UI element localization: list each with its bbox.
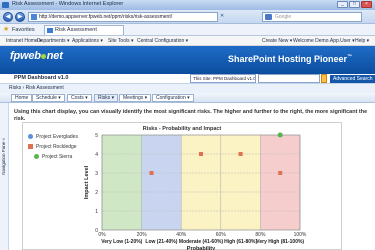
data-point xyxy=(199,152,203,156)
band-label: Low (21-40%) xyxy=(145,239,177,245)
risk-band xyxy=(141,135,182,230)
x-tick-label: 20% xyxy=(137,232,148,238)
x-tick-label: 100% xyxy=(294,232,307,238)
risk-band xyxy=(102,135,142,230)
band-label: Very High (81-100%) xyxy=(256,239,304,245)
data-point xyxy=(277,132,283,138)
risk-band xyxy=(181,135,221,230)
band-label: High (61-80%) xyxy=(224,239,257,245)
y-tick-label: 2 xyxy=(95,190,98,196)
x-tick-label: 40% xyxy=(176,232,187,238)
x-tick-label: 80% xyxy=(255,232,266,238)
data-point xyxy=(238,152,243,156)
x-axis-title: Probability xyxy=(187,246,216,250)
y-axis-title: Impact Level xyxy=(84,165,90,199)
y-tick-label: 1 xyxy=(95,209,98,215)
risk-scatter-chart: 0123450% 20% 40% 60% 80% 100%Very Low (1-20%)… xyxy=(84,132,307,250)
band-label: Very Low (1-20%) xyxy=(101,239,142,245)
data-point xyxy=(149,171,154,175)
x-tick-label: 0% xyxy=(98,232,106,238)
risk-band xyxy=(220,135,261,230)
y-tick-label: 3 xyxy=(95,171,98,177)
risk-band xyxy=(260,135,300,230)
y-tick-label: 5 xyxy=(95,133,98,139)
band-label: Moderate (41-60%) xyxy=(179,239,224,245)
data-point xyxy=(278,171,283,175)
x-tick-label: 60% xyxy=(216,232,227,238)
y-tick-label: 4 xyxy=(95,152,98,158)
